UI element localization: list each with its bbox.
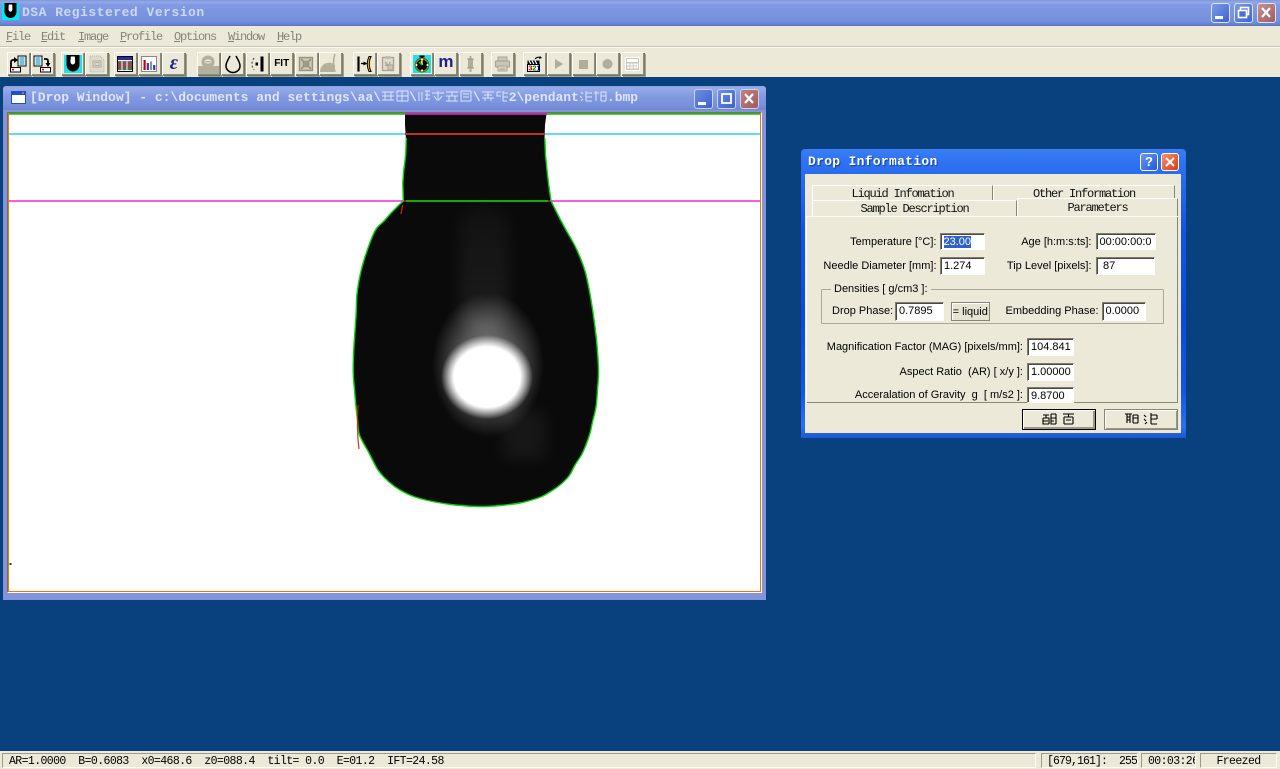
svg-text:1: 1 (536, 63, 540, 72)
